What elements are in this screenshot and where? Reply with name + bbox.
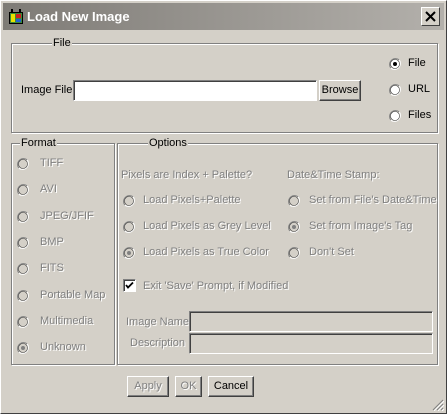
source-label: Files xyxy=(408,109,432,121)
source-radio-files[interactable] xyxy=(389,110,401,122)
exit-prompt-checkbox[interactable] xyxy=(123,279,136,292)
pixels-label: Load Pixels as True Color xyxy=(143,246,269,258)
close-button[interactable] xyxy=(421,7,440,26)
cancel-button[interactable]: Cancel xyxy=(208,376,254,397)
pixels-label: Load Pixels+Palette xyxy=(143,194,241,206)
datetime-label: Set from Image's Tag xyxy=(309,220,413,232)
resize-grip-icon[interactable] xyxy=(432,399,444,411)
format-radio-multimedia[interactable] xyxy=(17,315,29,328)
datetime-radio-don-t-set[interactable] xyxy=(288,247,300,259)
pixels-label: Load Pixels as Grey Level xyxy=(143,220,271,232)
format-label: Multimedia xyxy=(40,314,94,327)
format-label: Unknown xyxy=(40,341,86,354)
image-file-label: Image File xyxy=(21,84,73,96)
format-label: JPEG/JFIF xyxy=(40,209,94,222)
pixels-radio-load-pixels-as-true-color[interactable] xyxy=(123,247,135,259)
format-label: BMP xyxy=(40,235,64,248)
load-image-dialog: Load New Image File Image File Browse Fi… xyxy=(0,0,447,414)
pixels-radio-load-pixels-as-grey-level[interactable] xyxy=(123,221,135,233)
image-name-label: Image Name xyxy=(126,316,189,328)
image-file-input[interactable] xyxy=(73,80,317,101)
file-group-legend: File xyxy=(52,37,72,49)
datetime-heading: Date&Time Stamp: xyxy=(287,169,380,181)
format-radio-avi[interactable] xyxy=(17,184,29,197)
ok-button[interactable]: OK xyxy=(175,376,202,397)
datetime-label: Don't Set xyxy=(309,246,354,258)
format-group-legend: Format xyxy=(20,137,57,149)
format-radio-unknown[interactable] xyxy=(17,342,29,354)
format-radio-bmp[interactable] xyxy=(17,236,29,249)
format-radio-fits[interactable] xyxy=(17,263,29,276)
source-radio-url[interactable] xyxy=(389,84,401,96)
source-label: URL xyxy=(408,83,431,95)
datetime-radio-set-from-image-s-tag[interactable] xyxy=(288,221,300,233)
source-label: File xyxy=(408,57,426,69)
image-name-input[interactable] xyxy=(189,311,433,332)
options-group-legend: Options xyxy=(148,137,188,149)
format-group: Format xyxy=(11,137,115,365)
format-radio-jpeg-jfif[interactable] xyxy=(17,210,29,223)
exit-prompt-label: Exit 'Save' Prompt, if Modified xyxy=(143,280,289,292)
apply-button[interactable]: Apply xyxy=(127,376,169,397)
title-bar[interactable]: Load New Image xyxy=(3,3,444,30)
close-icon xyxy=(425,11,436,22)
pixels-radio-load-pixels-palette[interactable] xyxy=(123,195,135,207)
datetime-radio-set-from-file-s-date-time[interactable] xyxy=(288,195,300,207)
window-title: Load New Image xyxy=(27,9,130,24)
source-radio-file[interactable] xyxy=(389,58,401,70)
description-label: Description xyxy=(130,337,186,349)
format-label: Portable Map xyxy=(40,288,106,301)
format-radio-portable-map[interactable] xyxy=(17,289,29,302)
datetime-label: Set from File's Date&Time xyxy=(309,194,437,206)
format-radio-tiff[interactable] xyxy=(17,158,29,170)
format-label: AVI xyxy=(40,183,57,196)
app-image-icon xyxy=(9,9,23,24)
description-input[interactable] xyxy=(189,333,433,354)
format-label: FITS xyxy=(40,262,64,275)
checkmark-icon xyxy=(125,281,134,289)
format-label: TIFF xyxy=(40,157,64,169)
pixels-heading: Pixels are Index + Palette? xyxy=(121,169,253,181)
browse-button[interactable]: Browse xyxy=(319,80,361,101)
